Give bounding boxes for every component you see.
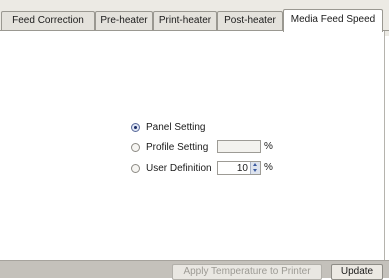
tab-pre-heater[interactable]: Pre-heater (95, 11, 153, 30)
profile-setting-option[interactable]: Profile Setting (131, 140, 208, 154)
user-definition-value[interactable]: 10 (218, 163, 250, 174)
user-definition-label: User Definition (146, 162, 212, 174)
user-definition-unit: % (264, 162, 273, 173)
tab-bar: Feed Correction Pre-heater Print-heater … (0, 0, 389, 36)
profile-setting-radio[interactable] (131, 142, 140, 152)
update-button[interactable]: Update (331, 264, 383, 280)
profile-setting-field (217, 140, 261, 153)
spin-buttons (250, 162, 260, 174)
apply-temperature-button[interactable]: Apply Temperature to Printer (172, 264, 322, 280)
user-definition-radio[interactable] (131, 163, 140, 173)
profile-setting-label: Profile Setting (146, 141, 209, 153)
user-definition-spinbox[interactable]: 10 (217, 161, 261, 175)
tab-feed-correction[interactable]: Feed Correction (1, 11, 95, 30)
tab-post-heater[interactable]: Post-heater (217, 11, 283, 30)
tab-print-heater[interactable]: Print-heater (153, 11, 217, 30)
panel-setting-radio[interactable] (131, 122, 140, 132)
user-definition-option[interactable]: User Definition (131, 161, 212, 175)
tab-media-feed-speed[interactable]: Media Feed Speed (283, 9, 383, 32)
profile-setting-unit: % (264, 141, 273, 152)
panel-setting-option[interactable]: Panel Setting (131, 120, 206, 134)
panel-setting-label: Panel Setting (146, 121, 206, 133)
spin-down-arrow-icon[interactable] (251, 168, 260, 174)
